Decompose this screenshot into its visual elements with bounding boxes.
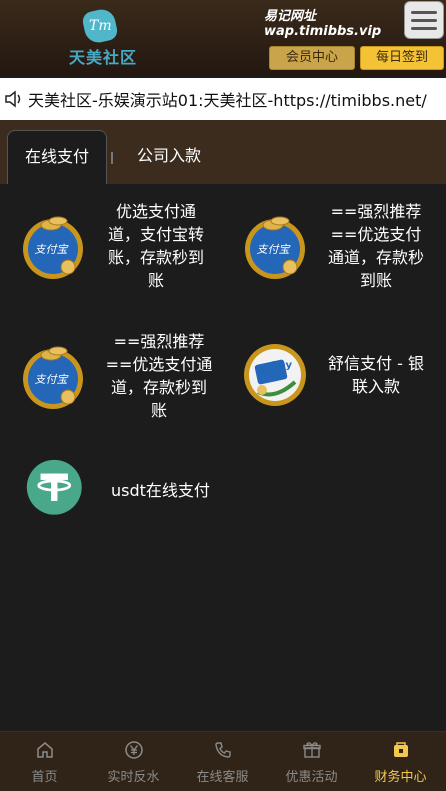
notice-bar: 天美社区-乐娱演示站01:天美社区-https://timibbs.net/ [0, 78, 446, 120]
payment-option[interactable]: Pay 舒信支付 - 银联入款 [240, 340, 428, 410]
wallet-icon [394, 742, 408, 757]
bottom-nav: 首页 实时反水 在线客服 优惠活动 财务中心 [0, 731, 446, 791]
nav-home[interactable]: 首页 [0, 732, 89, 791]
nav-label: 首页 [31, 770, 58, 785]
tether-icon [26, 459, 82, 515]
member-center-button[interactable]: 会员中心 [269, 46, 355, 70]
logo-text: 天美社区 [68, 48, 137, 67]
payment-tabs: 在线支付 公司入款 [0, 120, 446, 184]
alipay-coin-icon: 支付宝 [245, 216, 305, 279]
phone-icon [215, 742, 231, 758]
nav-support[interactable]: 在线客服 [178, 732, 267, 791]
nav-promotions[interactable]: 优惠活动 [267, 732, 356, 791]
svg-text:支付宝: 支付宝 [257, 243, 292, 256]
header: Tm 天美社区 易记网址 wap.timibbs.vip 会员中心 每日签到 [0, 0, 446, 76]
tab-company-deposit[interactable]: 公司入款 [126, 130, 212, 184]
home-icon [37, 742, 53, 758]
gift-icon [303, 742, 321, 758]
payment-option[interactable]: 支付宝 ==强烈推荐==优选支付通道，存款秒到账 [240, 200, 428, 292]
svg-text:支付宝: 支付宝 [35, 373, 70, 386]
nav-finance[interactable]: 财务中心 [356, 732, 445, 791]
site-url: wap.timibbs.vip [264, 24, 382, 39]
payment-option[interactable]: 支付宝 优选支付通道，支付宝转账，存款秒到账 [18, 200, 208, 292]
alipay-coin-icon: 支付宝 [23, 346, 83, 409]
speaker-icon [5, 90, 21, 108]
hamburger-menu-icon[interactable] [404, 1, 444, 39]
nav-label: 实时反水 [107, 770, 160, 785]
nav-rebate[interactable]: 实时反水 [89, 732, 178, 791]
nav-label: 优惠活动 [285, 770, 338, 785]
notice-text: 天美社区-乐娱演示站01:天美社区-https://timibbs.net/ [28, 91, 427, 110]
alipay-coin-icon: 支付宝 [23, 216, 83, 279]
payment-option[interactable]: usdt在线支付 [25, 458, 211, 522]
daily-checkin-button[interactable]: 每日签到 [360, 46, 444, 70]
nav-label: 财务中心 [374, 770, 427, 785]
payment-option-label: usdt在线支付 [111, 480, 210, 500]
logo-badge-icon: Tm [81, 7, 119, 45]
nav-label: 在线客服 [196, 770, 249, 785]
payment-option[interactable]: 支付宝 ==强烈推荐==优选支付通道，存款秒到账 [18, 330, 214, 422]
yen-icon [125, 741, 143, 759]
svg-text:支付宝: 支付宝 [35, 243, 70, 256]
payment-option-label: 优选支付通道，支付宝转账，存款秒到账 [107, 202, 204, 290]
tab-divider [111, 152, 113, 164]
payment-option-label: 舒信支付 - 银联入款 [328, 354, 424, 396]
svg-text:Pay: Pay [272, 360, 293, 371]
logo-mark: Tm [88, 18, 112, 34]
site-logo[interactable]: Tm 天美社区 [68, 7, 138, 68]
tab-online-payment[interactable]: 在线支付 [7, 130, 107, 184]
payment-option-label: ==强烈推荐==优选支付通道，存款秒到账 [327, 202, 424, 290]
pay-card-icon: Pay [244, 344, 306, 406]
site-label: 易记网址 [264, 9, 317, 24]
payment-option-label: ==强烈推荐==优选支付通道，存款秒到账 [105, 332, 213, 420]
